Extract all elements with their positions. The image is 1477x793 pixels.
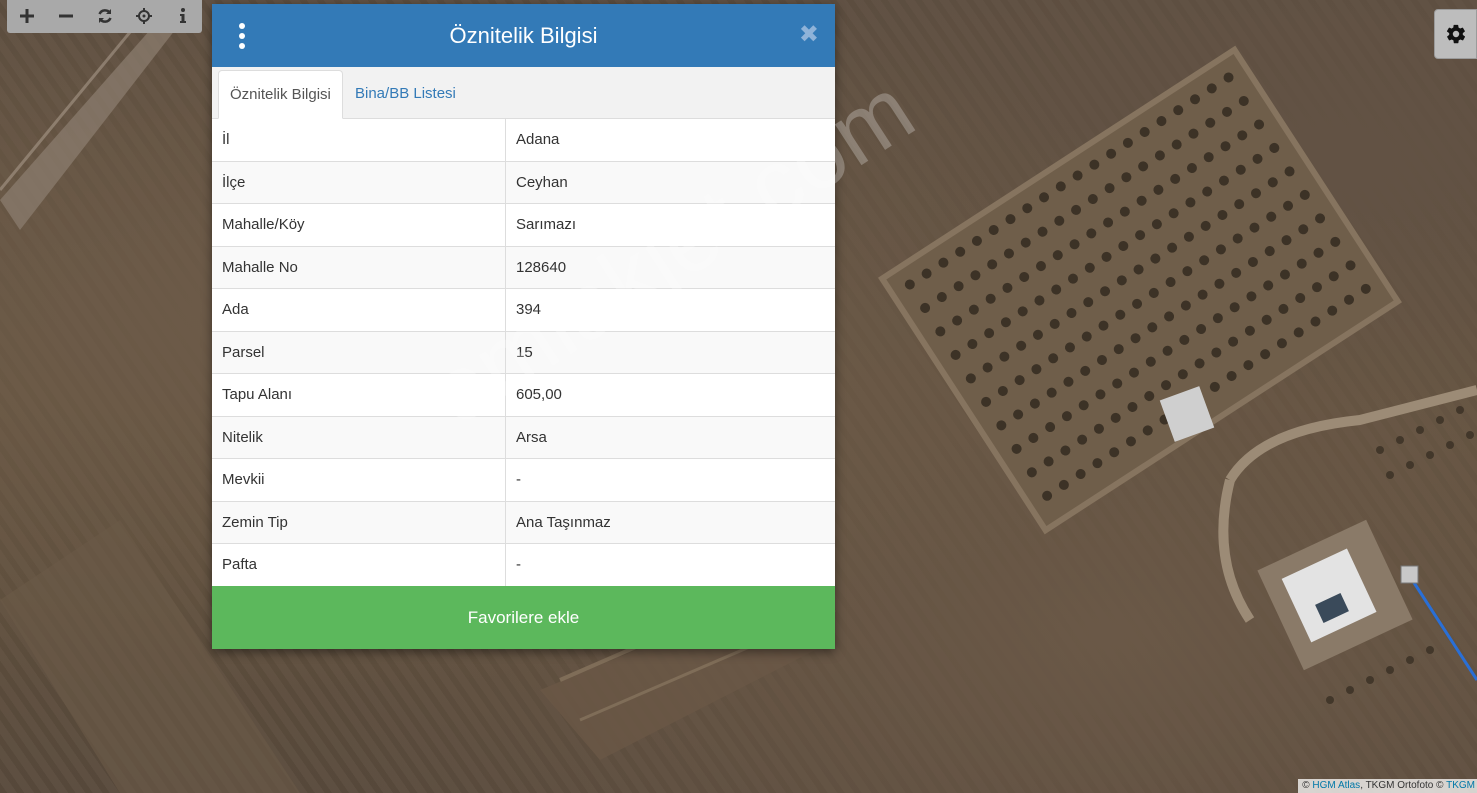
table-row: İlçe Ceyhan [212,160,835,204]
refresh-icon [97,8,112,23]
attribute-value: 394 [505,288,835,331]
zoom-in-icon [19,8,34,23]
tab-attribute-info[interactable]: Öznitelik Bilgisi [218,70,343,119]
attribute-value: Ana Taşınmaz [505,500,835,544]
table-row: Tapu Alanı 605,00 [212,373,835,416]
info-button[interactable] [163,0,202,31]
attribute-key: İl [212,119,506,161]
table-row: Pafta - [212,543,835,586]
attribute-key: Zemin Tip [212,500,506,544]
attribute-value: 128640 [505,245,835,289]
attribution-middle: , TKGM Ortofoto © [1360,780,1447,791]
locate-icon [135,7,152,24]
attribute-value: Ceyhan [505,160,835,204]
attribute-value: 15 [505,330,835,374]
attribute-key: Pafta [212,543,506,586]
zoom-in-button[interactable] [7,0,46,31]
attribute-key: Parsel [212,330,506,374]
zoom-out-icon [58,14,73,17]
info-icon [179,7,186,23]
refresh-button[interactable] [85,0,124,31]
attribute-key: Mevkii [212,458,506,501]
table-row: Mahalle No 128640 [212,245,835,289]
zoom-out-button[interactable] [46,0,85,31]
map-toolbar [7,0,202,33]
add-to-favorites-button[interactable]: Favorilere ekle [212,586,835,649]
attribute-key: Mahalle/Köy [212,203,506,246]
attribute-value: 605,00 [505,373,835,416]
attribution-prefix: © [1302,780,1313,791]
attribution-link-tkgm[interactable]: TKGM [1446,780,1475,791]
attribute-value: Arsa [505,415,835,459]
dialog-title: Öznitelik Bilgisi [449,22,598,48]
table-row: Mevkii - [212,458,835,501]
table-row: Mahalle/Köy Sarımazı [212,203,835,246]
close-icon: ✖ [798,21,819,48]
attribute-key: İlçe [212,160,506,204]
kebab-menu-icon [239,23,245,29]
dialog-header: Öznitelik Bilgisi ✖ [212,4,835,67]
table-row: Ada 394 [212,288,835,331]
attribute-key: Tapu Alanı [212,373,506,416]
attribute-info-dialog: Öznitelik Bilgisi ✖ Öznitelik Bilgisi Bi… [212,4,835,649]
attribute-value: Adana [516,131,560,149]
table-row: Nitelik Arsa [212,415,835,459]
tab-bar: Öznitelik Bilgisi Bina/BB Listesi [212,67,835,119]
close-button[interactable]: ✖ [799,23,819,47]
attribute-table: İl Adana İlçe Ceyhan Mahalle/Köy Sarımazı Maha… [212,119,835,586]
attribute-key: Ada [212,288,506,331]
attribute-value: Sarımazı [505,203,835,246]
attribute-key: Nitelik [212,415,506,459]
attribute-key: Mahalle No [212,245,506,289]
gear-icon [1446,24,1465,44]
table-row: Parsel 15 [212,330,835,374]
attribute-value: - [505,458,835,501]
locate-button[interactable] [124,0,163,31]
tab-building-list[interactable]: Bina/BB Listesi [344,70,467,118]
attribute-value: - [505,543,835,586]
settings-button[interactable] [1434,9,1477,59]
attribution-link-hgm[interactable]: HGM Atlas [1312,780,1360,791]
table-row: Zemin Tip Ana Taşınmaz [212,500,835,544]
menu-button[interactable] [234,23,250,49]
map-attribution: © HGM Atlas, TKGM Ortofoto © TKGM [1298,779,1477,793]
table-row: İl Adana [212,119,835,161]
